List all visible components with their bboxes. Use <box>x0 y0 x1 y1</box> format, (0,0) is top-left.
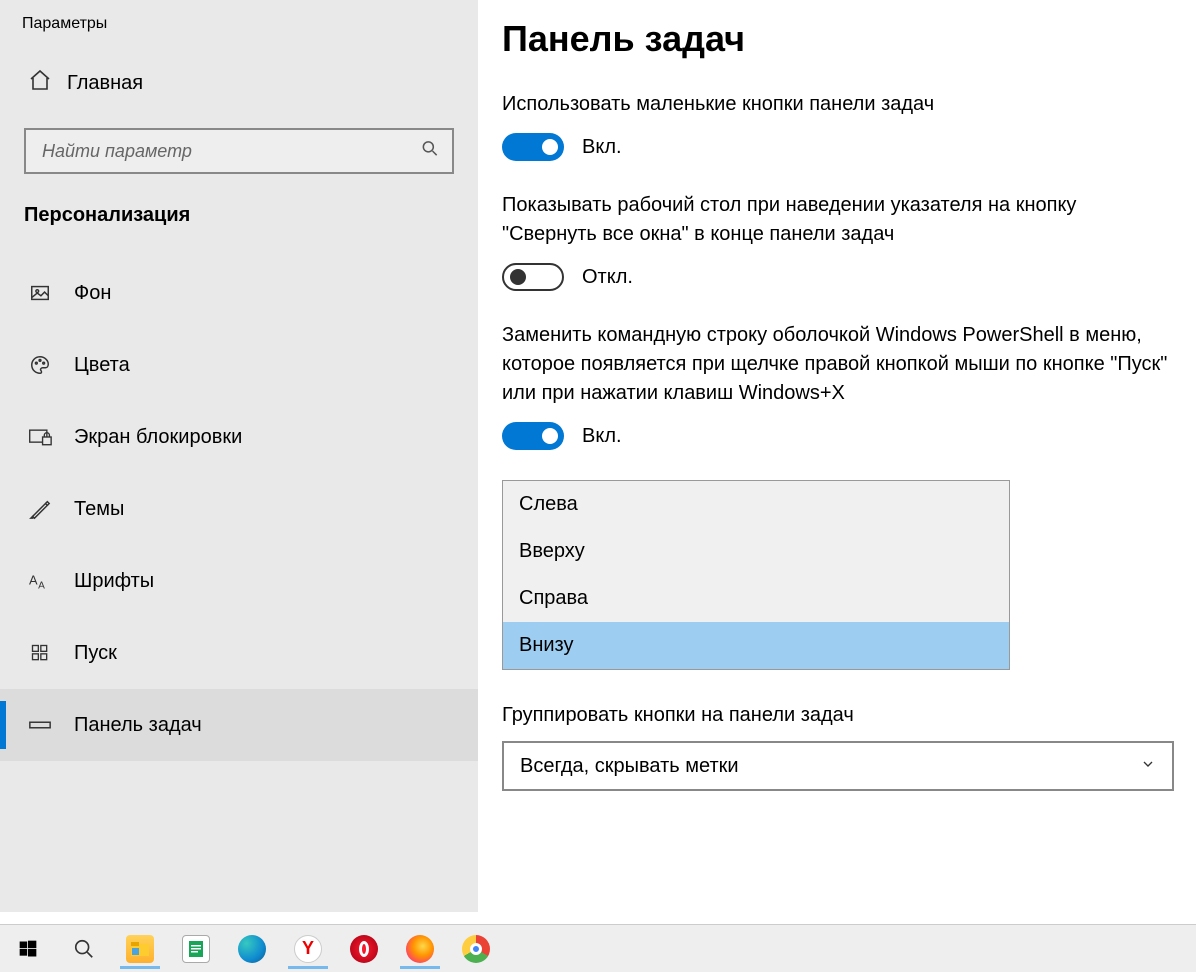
search-input[interactable] <box>24 128 454 174</box>
dropdown-value: Всегда, скрывать метки <box>520 755 739 778</box>
taskbar-edge-button[interactable] <box>230 929 274 969</box>
home-icon <box>28 68 52 98</box>
position-option-bottom[interactable]: Внизу <box>503 622 1009 669</box>
picture-icon <box>28 282 52 304</box>
position-option-right[interactable]: Справа <box>503 575 1009 622</box>
nav-item-label: Шрифты <box>74 570 154 593</box>
sidebar: Параметры Главная Персонализация Фон Цв <box>0 0 478 912</box>
toggle-peek[interactable] <box>502 263 564 291</box>
nav-item-label: Темы <box>74 498 124 521</box>
toggle-peek-state: Откл. <box>582 266 633 289</box>
toggle-small-buttons[interactable] <box>502 133 564 161</box>
position-listbox[interactable]: Слева Вверху Справа Внизу <box>502 480 1010 670</box>
group-buttons-label: Группировать кнопки на панели задач <box>502 704 1172 727</box>
taskbar-yandex-button[interactable]: Y <box>286 929 330 969</box>
lockscreen-icon <box>28 426 52 448</box>
nav-home[interactable]: Главная <box>0 68 478 128</box>
position-option-left[interactable]: Слева <box>503 481 1009 528</box>
setting-powershell-label: Заменить командную строку оболочкой Wind… <box>502 321 1172 408</box>
nav-taskbar[interactable]: Панель задач <box>0 689 478 761</box>
taskbar-icon <box>28 715 52 735</box>
nav-item-label: Цвета <box>74 354 130 377</box>
taskbar: Y <box>0 924 1196 972</box>
nav-item-label: Панель задач <box>74 714 202 737</box>
taskbar-libreoffice-button[interactable] <box>174 929 218 969</box>
palette-icon <box>28 354 52 376</box>
svg-text:A: A <box>38 580 45 591</box>
nav-item-label: Фон <box>74 282 111 305</box>
taskbar-firefox-button[interactable] <box>398 929 442 969</box>
nav-item-label: Пуск <box>74 642 117 665</box>
nav-colors[interactable]: Цвета <box>0 329 478 401</box>
group-buttons-dropdown[interactable]: Всегда, скрывать метки <box>502 741 1174 791</box>
nav-background[interactable]: Фон <box>0 257 478 329</box>
themes-icon <box>28 498 52 520</box>
nav-home-label: Главная <box>67 72 143 95</box>
setting-small-buttons-label: Использовать маленькие кнопки панели зад… <box>502 90 1172 119</box>
toggle-powershell[interactable] <box>502 422 564 450</box>
app-title: Параметры <box>0 15 478 68</box>
nav-lockscreen[interactable]: Экран блокировки <box>0 401 478 473</box>
main-content: Панель задач Использовать маленькие кноп… <box>478 0 1196 912</box>
toggle-small-buttons-state: Вкл. <box>582 136 622 159</box>
nav-start[interactable]: Пуск <box>0 617 478 689</box>
setting-peek-label: Показывать рабочий стол при наведении ук… <box>502 191 1172 249</box>
search-box[interactable] <box>24 128 454 174</box>
nav-fonts[interactable]: AA Шрифты <box>0 545 478 617</box>
start-icon <box>28 643 52 663</box>
chevron-down-icon <box>1140 755 1156 778</box>
position-option-top[interactable]: Вверху <box>503 528 1009 575</box>
taskbar-chrome-button[interactable] <box>454 929 498 969</box>
toggle-powershell-state: Вкл. <box>582 425 622 448</box>
nav-item-label: Экран блокировки <box>74 426 242 449</box>
svg-text:A: A <box>29 573 38 588</box>
category-title: Персонализация <box>0 204 478 257</box>
taskbar-start-button[interactable] <box>6 929 50 969</box>
fonts-icon: AA <box>28 570 52 592</box>
nav-themes[interactable]: Темы <box>0 473 478 545</box>
taskbar-search-button[interactable] <box>62 929 106 969</box>
search-icon <box>420 139 440 164</box>
page-title: Панель задач <box>502 18 1172 60</box>
taskbar-explorer-button[interactable] <box>118 929 162 969</box>
taskbar-opera-button[interactable] <box>342 929 386 969</box>
